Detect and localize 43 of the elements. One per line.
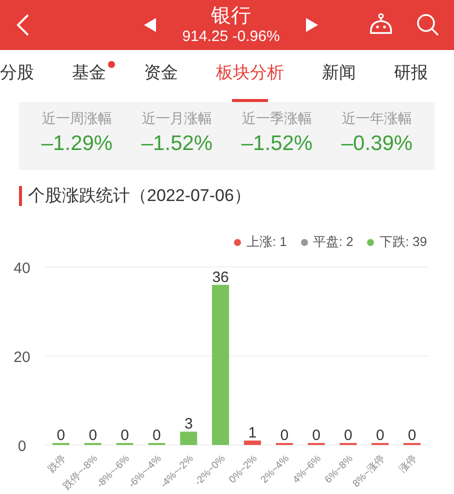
- tab[interactable]: 研报: [394, 50, 428, 102]
- category-label: 涨停: [397, 453, 420, 476]
- bar-value-label: 1: [248, 424, 257, 442]
- bar-value-label: 3: [184, 416, 193, 433]
- bar-value-label: 0: [120, 427, 129, 444]
- section-title: 个股涨跌统计（2022-07-06）: [28, 185, 251, 207]
- category-label: 跌停: [46, 453, 68, 476]
- axis-tick-label: 0: [18, 438, 26, 455]
- axis-tick-label: 20: [14, 349, 30, 366]
- bar-value-label: 0: [280, 427, 289, 444]
- stat-value: –1.52%: [241, 132, 313, 156]
- bar-value-label: 0: [376, 427, 384, 444]
- section-marker: [19, 186, 22, 206]
- tab[interactable]: 基金: [72, 50, 115, 102]
- tab[interactable]: 新闻: [322, 50, 356, 102]
- back-icon[interactable]: [16, 13, 30, 37]
- bar-value-label: 36: [212, 268, 229, 286]
- page-title: 银行: [210, 4, 251, 28]
- axis-tick-label: 40: [14, 260, 30, 277]
- bar-value-label: 0: [344, 427, 352, 444]
- stat-value: –0.39%: [341, 132, 413, 156]
- bar-value-label: 0: [408, 427, 416, 444]
- legend-label: 上涨: 1: [246, 233, 287, 251]
- search-icon[interactable]: [416, 13, 440, 37]
- stat-value: –1.29%: [41, 132, 113, 156]
- next-icon[interactable]: [306, 18, 318, 32]
- legend-label: 平盘: 2: [312, 233, 354, 251]
- bar-value-label: 0: [56, 427, 66, 444]
- legend-label: 下跌: 39: [379, 233, 427, 251]
- stat-label: 近一月涨幅: [142, 110, 212, 128]
- bar-value-label: 0: [312, 427, 320, 444]
- tab[interactable]: 板块分析: [216, 50, 284, 102]
- bar-value-label: 0: [152, 427, 161, 444]
- bar-value-label: 0: [88, 427, 98, 444]
- robot-icon[interactable]: [368, 13, 394, 37]
- stat-value: –1.52%: [141, 132, 213, 156]
- stat-label: 近一季涨幅: [242, 110, 312, 128]
- stat-label: 近一年涨幅: [342, 110, 412, 128]
- tab[interactable]: 分股: [0, 50, 34, 102]
- index-quote: 914.25 -0.96%: [182, 28, 280, 46]
- stat-label: 近一周涨幅: [42, 110, 112, 128]
- tab[interactable]: 资金: [144, 50, 178, 102]
- previous-icon[interactable]: [144, 18, 156, 32]
